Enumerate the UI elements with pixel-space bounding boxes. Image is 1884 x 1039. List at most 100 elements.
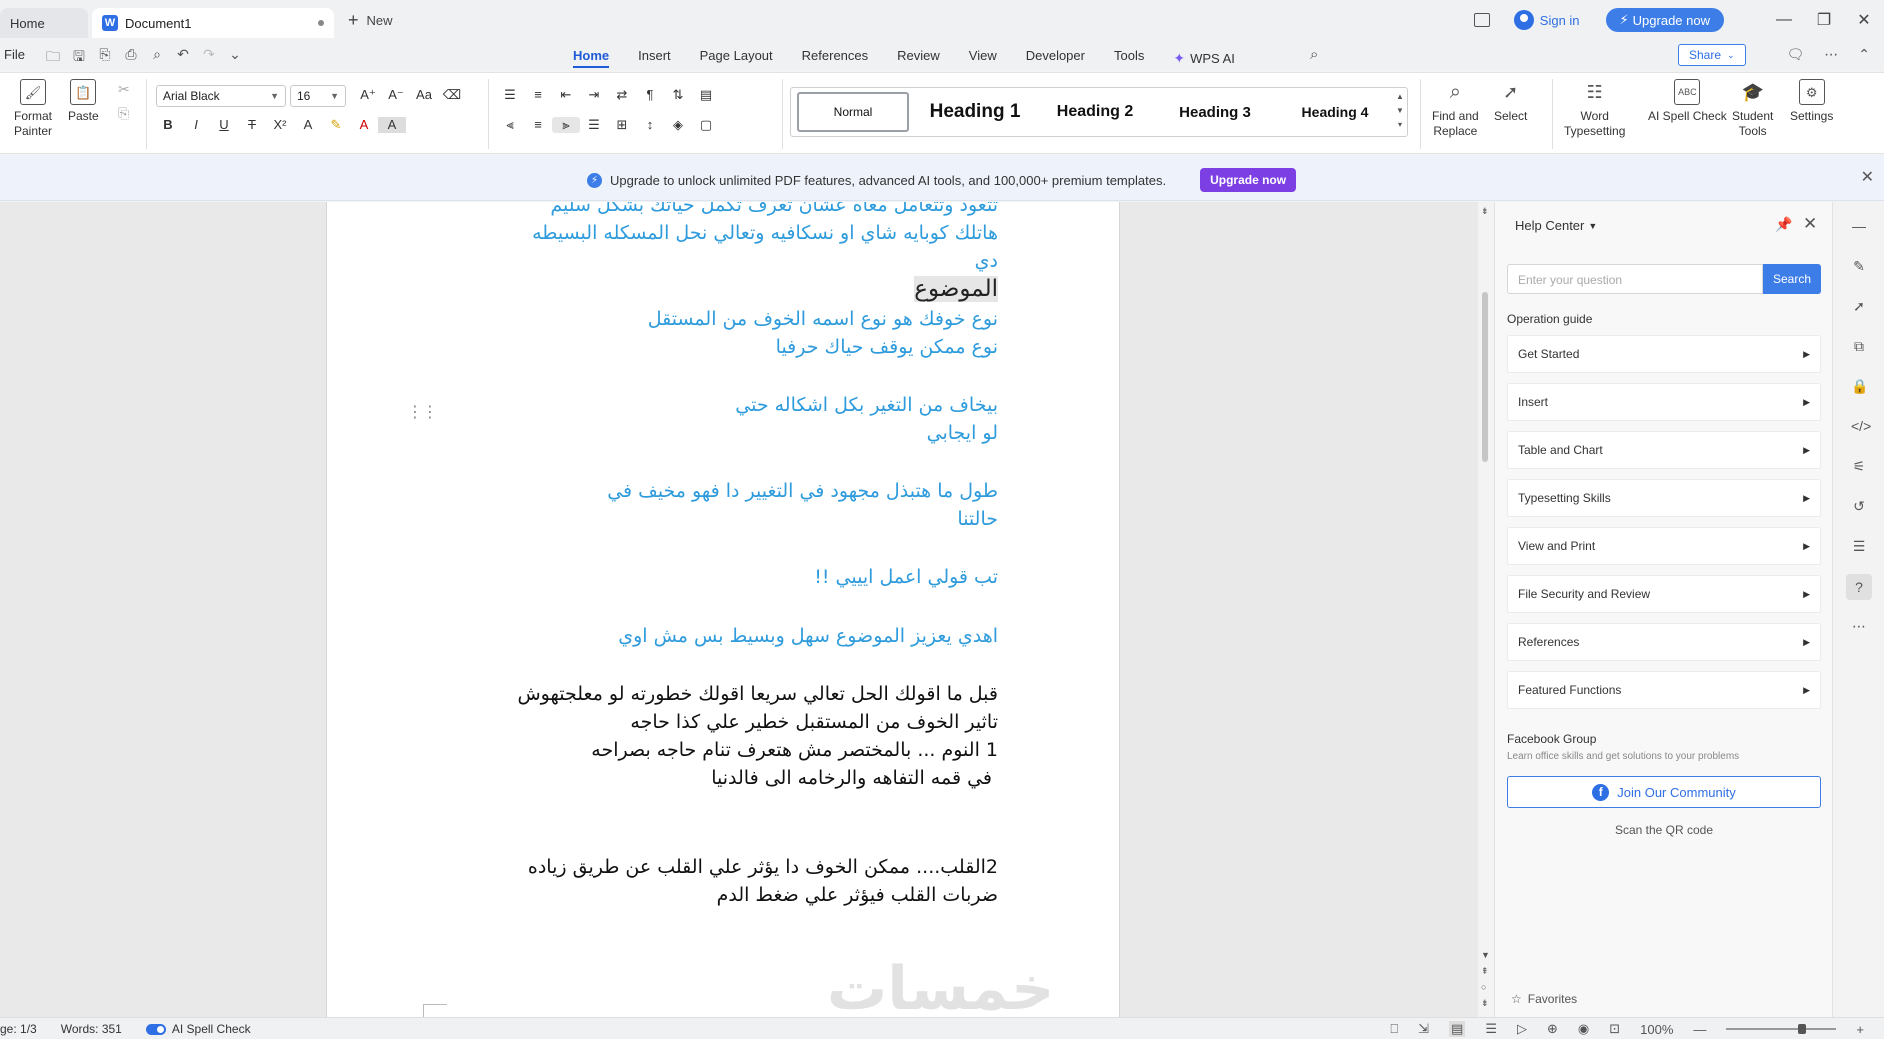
zoom-slider[interactable]	[1726, 1024, 1837, 1034]
export-pdf-icon[interactable]: ⇲	[1418, 1021, 1429, 1037]
table-lines-icon[interactable]: ▤	[692, 87, 720, 103]
text-effects-icon[interactable]: A	[294, 117, 322, 133]
drag-handle-icon[interactable]: ⋮⋮	[407, 402, 438, 422]
font-family-select[interactable]: Arial Black ▼	[156, 85, 286, 107]
help-icon[interactable]: ?	[1846, 574, 1872, 600]
strikethrough-icon[interactable]: T	[238, 117, 266, 133]
clear-format-icon[interactable]: ⌫	[438, 87, 466, 103]
copy-icon[interactable]: ⎘	[118, 105, 129, 122]
guide-item-references[interactable]: References ▶	[1507, 623, 1821, 661]
pin-icon[interactable]: 📌	[1775, 216, 1792, 233]
doc-line[interactable]: نوع خوفك هو نوع اسمه الخوف من المستقل	[648, 308, 998, 330]
fit-page-icon[interactable]: ⊡	[1609, 1021, 1620, 1037]
code-icon[interactable]: </>	[1851, 418, 1871, 434]
style-heading-2[interactable]: Heading 2	[1039, 92, 1151, 132]
paste-button[interactable]: 📋 Paste	[68, 79, 99, 124]
highlight-icon[interactable]: ✎	[322, 117, 350, 133]
select-arrow-icon[interactable]: ➚	[1851, 298, 1867, 314]
document-tab[interactable]: W Document1	[92, 8, 334, 38]
doc-line[interactable]: تب قولي اعمل ايييي !!	[814, 566, 998, 588]
char-shading-icon[interactable]: A	[378, 117, 406, 133]
home-tab[interactable]: Home	[0, 8, 88, 38]
tab-wps-ai[interactable]: ✦ WPS AI	[1173, 48, 1235, 68]
doc-line-selected[interactable]: الموضوع	[914, 276, 998, 302]
underline-icon[interactable]: U	[210, 117, 238, 133]
tab-review[interactable]: Review	[897, 48, 940, 68]
open-folder-icon[interactable]: 🗀	[46, 46, 60, 70]
tab-view[interactable]: View	[969, 48, 997, 68]
superscript-icon[interactable]: X²	[266, 117, 294, 133]
browse-object-icon[interactable]: ○	[1481, 982, 1486, 992]
help-search-button[interactable]: Search	[1763, 264, 1821, 294]
outline-icon[interactable]: ☰	[1851, 538, 1867, 554]
play-icon[interactable]: ▷	[1517, 1021, 1527, 1037]
styles-scroll-icon[interactable]: ▲ ▼ ▾	[1395, 90, 1405, 132]
minimize-icon[interactable]: —	[1764, 11, 1804, 29]
word-typesetting-button[interactable]: ☷ Word Typesetting	[1564, 79, 1625, 139]
join-community-button[interactable]: f Join Our Community	[1507, 776, 1821, 808]
tab-home[interactable]: Home	[573, 48, 610, 68]
align-center-icon[interactable]: ≡	[524, 117, 552, 133]
style-heading-1[interactable]: Heading 1	[919, 92, 1031, 132]
sort-icon[interactable]: ⇅	[664, 87, 692, 103]
word-count[interactable]: Words: 351	[61, 1022, 122, 1036]
document-page[interactable]: ⋮⋮ تتعود وتتعامل معاه عشان تعرف تكمل حيا…	[326, 202, 1120, 1017]
scrollbar-thumb[interactable]	[1482, 292, 1488, 462]
doc-line[interactable]: دي	[975, 250, 998, 272]
guide-item-insert[interactable]: Insert ▶	[1507, 383, 1821, 421]
web-layout-icon[interactable]: ⊕	[1547, 1021, 1558, 1037]
help-center-title[interactable]: Help Center ▼	[1515, 218, 1597, 233]
undo-icon[interactable]: ↶	[176, 46, 190, 70]
print-layout-icon[interactable]: ▤	[1449, 1021, 1466, 1037]
guide-item-featured[interactable]: Featured Functions ▶	[1507, 671, 1821, 709]
zoom-in-icon[interactable]: +	[1856, 1022, 1864, 1037]
find-replace-button[interactable]: ⌕ Find and Replace	[1432, 79, 1479, 139]
numbering-icon[interactable]: ≡	[524, 87, 552, 103]
scan-qr-link[interactable]: Scan the QR code	[1495, 823, 1833, 837]
prev-page-icon[interactable]: ⇞	[1481, 966, 1489, 977]
bold-icon[interactable]: B	[154, 117, 182, 133]
ruler-toggle-icon[interactable]: ⇟	[1481, 206, 1489, 217]
close-icon[interactable]: ✕	[1803, 214, 1817, 234]
new-tab-button[interactable]: + New	[348, 10, 393, 31]
more-icon[interactable]: ⋯	[1824, 46, 1838, 63]
restore-icon[interactable]: ❐	[1804, 10, 1844, 30]
align-left-icon[interactable]: ⫷	[496, 117, 524, 133]
student-tools-button[interactable]: 🎓 Student Tools	[1732, 79, 1773, 139]
doc-line[interactable]: 2القلب.... ممكن الخوف دا يؤثر علي القلب …	[528, 856, 998, 878]
format-painter-button[interactable]: 🖌 Format Painter	[14, 79, 52, 139]
doc-line[interactable]: هاتلك كوبايه شاي او نسكافيه وتعالي نحل ا…	[532, 222, 998, 244]
scroll-down-icon[interactable]: ▼	[1481, 950, 1490, 960]
ai-spell-check-toggle[interactable]: AI Spell Check	[145, 1022, 251, 1036]
style-normal[interactable]: Normal	[797, 92, 909, 132]
search-icon[interactable]: ⌕	[1310, 46, 1318, 63]
italic-icon[interactable]: I	[182, 117, 210, 133]
history-icon[interactable]: ↺	[1851, 498, 1867, 514]
align-right-icon[interactable]: ⫸	[552, 117, 580, 133]
print-icon[interactable]: ⎙	[124, 46, 138, 70]
justify-icon[interactable]: ☰	[580, 117, 608, 133]
tab-insert[interactable]: Insert	[638, 48, 671, 68]
guide-item-table-chart[interactable]: Table and Chart ▶	[1507, 431, 1821, 469]
guide-item-file-security[interactable]: File Security and Review ▶	[1507, 575, 1821, 613]
guide-item-get-started[interactable]: Get Started ▶	[1507, 335, 1821, 373]
comment-icon[interactable]: 🗨	[1786, 46, 1804, 63]
zoom-out-icon[interactable]: —	[1693, 1022, 1706, 1037]
collapse-ribbon-icon[interactable]: ⌃	[1858, 46, 1870, 63]
zoom-level[interactable]: 100%	[1640, 1022, 1673, 1037]
pen-icon[interactable]: ✎	[1851, 258, 1867, 274]
tab-references[interactable]: References	[802, 48, 868, 68]
ai-spell-check-button[interactable]: ABC AI Spell Check	[1648, 79, 1727, 124]
line-spacing-icon[interactable]: ↕	[636, 117, 664, 133]
doc-line[interactable]: لو ايجابي	[927, 422, 998, 444]
shading-icon[interactable]: ◈	[664, 117, 692, 133]
read-mode-icon[interactable]: ⎕	[1390, 1021, 1398, 1037]
shrink-font-icon[interactable]: A⁻	[382, 87, 410, 103]
doc-line[interactable]: نوع ممكن يوقف حياك حرفيا	[776, 336, 998, 358]
font-color-icon[interactable]: A	[350, 117, 378, 133]
sliders-icon[interactable]: ⚟	[1851, 458, 1867, 474]
help-search-input[interactable]: Enter your question	[1507, 264, 1763, 294]
favorites-button[interactable]: ☆ Favorites	[1511, 992, 1577, 1006]
doc-line[interactable]: 1 النوم ... بالمختصر مش هتعرف تنام حاجه …	[591, 739, 998, 761]
grow-font-icon[interactable]: A⁺	[354, 87, 382, 103]
